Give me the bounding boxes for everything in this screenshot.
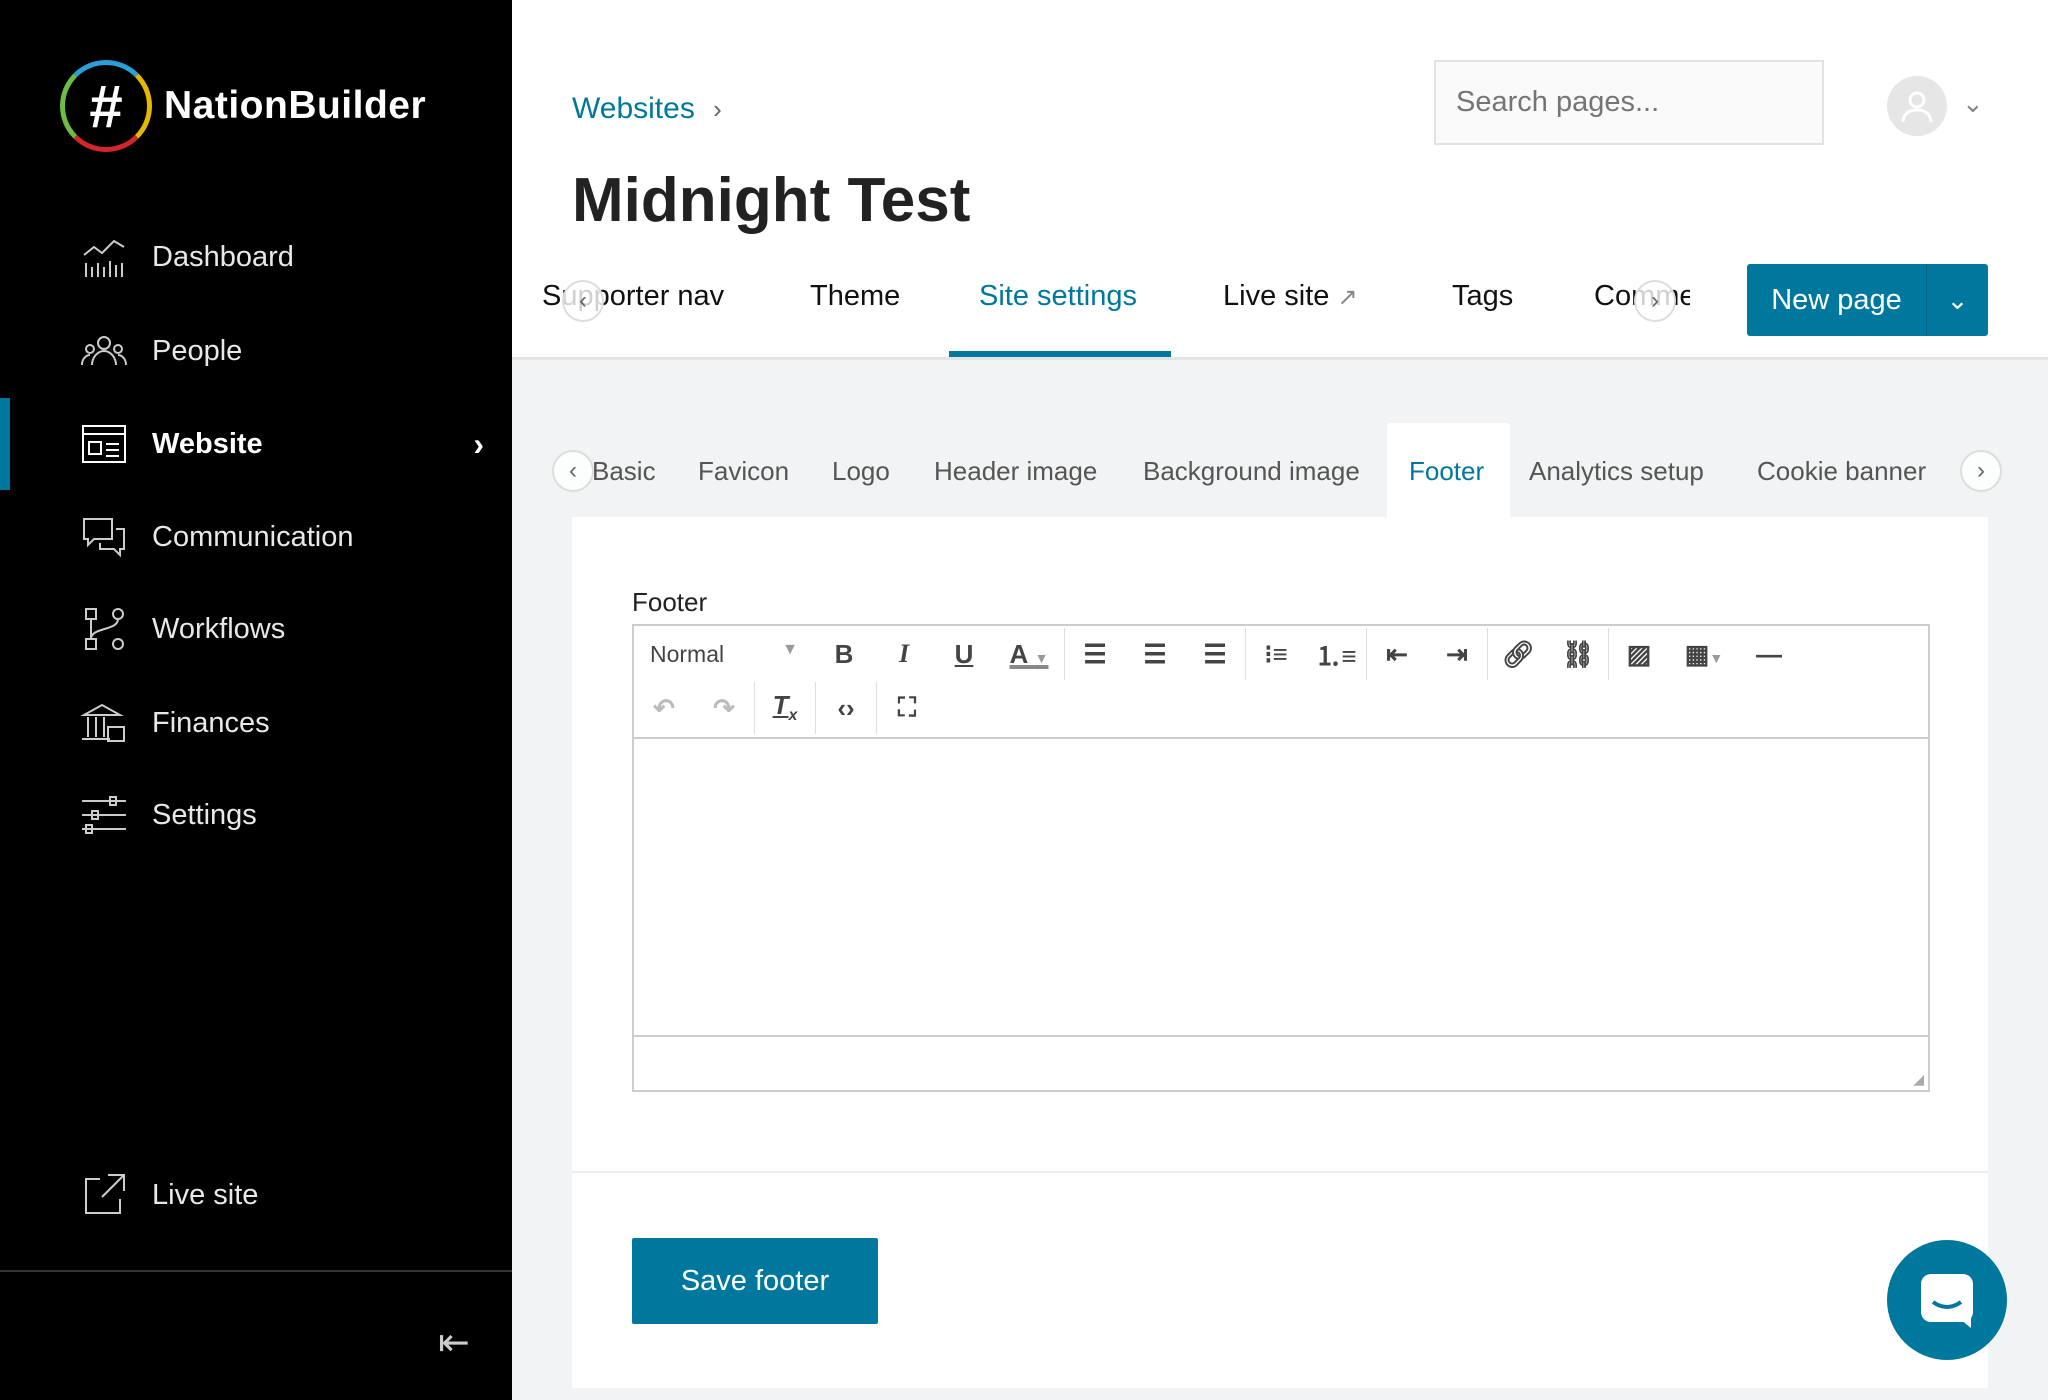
page-header: Websites › Midnight Test ⌄ Supporter nav… xyxy=(512,0,2048,360)
tab-live-site[interactable]: Live site ↗ xyxy=(1223,280,1358,313)
source-code-icon[interactable]: ‹› xyxy=(816,693,876,724)
subtab-header-image[interactable]: Header image xyxy=(934,456,1097,487)
chat-launcher-button[interactable] xyxy=(1887,1240,2007,1360)
align-center-icon[interactable]: ☰ xyxy=(1125,639,1185,670)
undo-icon[interactable]: ↶ xyxy=(634,693,694,724)
external-link-icon xyxy=(85,1174,125,1214)
breadcrumb-chevron-icon: › xyxy=(713,94,722,124)
tab-tags[interactable]: Tags xyxy=(1452,280,1513,313)
underline-icon[interactable]: U xyxy=(934,639,994,670)
outdent-icon[interactable]: ⇤ xyxy=(1367,639,1427,670)
breadcrumb[interactable]: Websites › xyxy=(572,92,722,126)
collapse-sidebar-icon[interactable]: ⇤ xyxy=(438,1320,470,1365)
subtab-logo[interactable]: Logo xyxy=(832,456,890,487)
external-link-icon: ↗ xyxy=(1337,284,1358,311)
tabs-scroll-right-icon[interactable]: › xyxy=(1634,280,1676,322)
text-color-icon[interactable]: A ▼ xyxy=(994,639,1064,670)
sidebar-item-settings[interactable]: Settings xyxy=(0,775,512,855)
divider xyxy=(572,1171,1988,1173)
editor-content-area[interactable] xyxy=(634,737,1928,1037)
tab-theme[interactable]: Theme xyxy=(810,280,900,313)
chevron-right-icon: › xyxy=(473,425,484,462)
align-right-icon[interactable]: ☰ xyxy=(1185,639,1245,670)
subtab-footer[interactable]: Footer xyxy=(1409,456,1484,487)
sidebar-item-people[interactable]: People xyxy=(0,311,512,391)
sidebar-item-website[interactable]: Website › xyxy=(0,398,512,490)
bulleted-list-icon[interactable]: ⁝≡ xyxy=(1246,639,1306,670)
search-input[interactable] xyxy=(1434,60,1824,145)
unlink-icon[interactable]: ⛓︎ xyxy=(1548,639,1608,670)
format-select[interactable]: Normal ▼ xyxy=(634,641,814,668)
dashboard-chart-icon xyxy=(83,239,125,277)
dropdown-arrow-icon: ▼ xyxy=(782,640,798,658)
footer-label: Footer xyxy=(632,587,708,617)
subtab-cookie-banner[interactable]: Cookie banner xyxy=(1757,456,1926,487)
horizontal-rule-icon[interactable]: — xyxy=(1739,639,1799,670)
save-footer-button[interactable]: Save footer xyxy=(632,1238,878,1324)
sidebar-item-communication[interactable]: Communication xyxy=(0,497,512,577)
bank-icon xyxy=(80,703,125,742)
indent-icon[interactable]: ⇥ xyxy=(1427,639,1487,670)
subtab-background-image[interactable]: Background image xyxy=(1143,456,1360,487)
tab-site-settings[interactable]: Site settings xyxy=(979,280,1137,313)
active-tab-indicator xyxy=(949,351,1171,357)
sidebar-item-dashboard[interactable]: Dashboard xyxy=(0,217,512,297)
chat-bubbles-icon xyxy=(83,518,125,558)
subtab-favicon[interactable]: Favicon xyxy=(698,456,789,487)
fullscreen-icon[interactable]: ⛶ xyxy=(877,692,937,724)
tabs-scroll-left-icon[interactable]: ‹ xyxy=(562,280,604,322)
people-icon xyxy=(81,336,127,366)
logo[interactable]: # NationBuilder xyxy=(60,60,426,152)
clear-formatting-icon[interactable]: Tx xyxy=(755,690,815,725)
subtabs-scroll-left-icon[interactable]: ‹ xyxy=(552,450,594,492)
account-chevron-down-icon[interactable]: ⌄ xyxy=(1962,88,1984,119)
sidebar-live-site[interactable]: Live site xyxy=(0,1155,512,1235)
new-page-button[interactable]: New page ⌄ xyxy=(1747,264,1988,336)
link-icon[interactable]: 🔗︎ xyxy=(1488,639,1548,670)
sidebar-item-workflows[interactable]: Workflows xyxy=(0,589,512,669)
brand-name: NationBuilder xyxy=(164,84,427,127)
new-page-dropdown-icon[interactable]: ⌄ xyxy=(1927,285,1988,316)
image-icon[interactable]: ▨ xyxy=(1609,639,1669,670)
align-left-icon[interactable]: ☰ xyxy=(1065,639,1125,670)
workflow-icon xyxy=(85,608,124,650)
sidebar: # NationBuilder Dashboard People Website… xyxy=(0,0,512,1400)
divider xyxy=(0,1270,512,1272)
rich-text-editor: Normal ▼ B I U A ▼ ☰ ☰ ☰ ⁝≡ ⒈≡ ⇤ ⇥ 🔗︎ ⛓︎ … xyxy=(632,624,1930,1092)
bold-icon[interactable]: B xyxy=(814,639,874,670)
hash-logo-icon: # xyxy=(60,60,152,152)
numbered-list-icon[interactable]: ⒈≡ xyxy=(1306,636,1366,673)
avatar[interactable] xyxy=(1887,76,1947,136)
subtabs-scroll-right-icon[interactable]: › xyxy=(1960,450,2002,492)
sliders-icon xyxy=(82,796,126,834)
redo-icon[interactable]: ↷ xyxy=(694,693,754,724)
resize-handle-icon[interactable]: ◢ xyxy=(1913,1071,1924,1088)
website-icon xyxy=(82,425,126,463)
sidebar-item-finances[interactable]: Finances xyxy=(0,683,512,763)
chat-icon xyxy=(1921,1274,1973,1328)
page-title: Midnight Test xyxy=(572,166,971,235)
italic-icon[interactable]: I xyxy=(874,639,934,669)
table-icon[interactable]: ▦▼ xyxy=(1669,639,1739,670)
subtab-analytics-setup[interactable]: Analytics setup xyxy=(1529,456,1704,487)
subtab-basic[interactable]: Basic xyxy=(592,456,656,487)
